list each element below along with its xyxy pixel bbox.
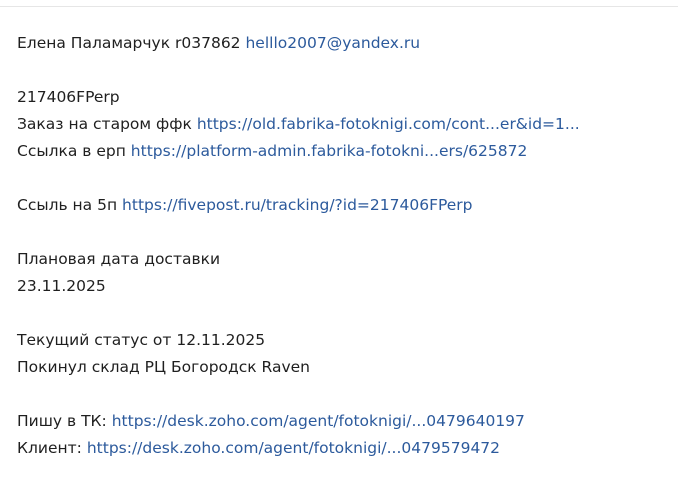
tk-ticket-link[interactable]: https://desk.zoho.com/agent/fotoknigi/..… — [112, 412, 525, 430]
fivepost-tracking-link[interactable]: https://fivepost.ru/tracking/?id=217406F… — [122, 196, 472, 214]
order-id-line: 217406FPerp — [17, 84, 667, 111]
erp-label: Ссылка в ерп — [17, 142, 126, 160]
erp-link[interactable]: https://platform-admin.fabrika-fotokni..… — [131, 142, 528, 160]
client-line: Клиент: https://desk.zoho.com/agent/foto… — [17, 435, 667, 462]
contact-email-link[interactable]: helllo2007@yandex.ru — [245, 34, 420, 52]
contact-name: Елена Паламарчук r037862 — [17, 34, 241, 52]
planned-date-label: Плановая дата доставки — [17, 250, 221, 268]
fivepost-label: Ссыль на 5п — [17, 196, 118, 214]
old-order-line: Заказ на старом ффк https://old.fabrika-… — [17, 111, 667, 138]
status-value-line: Покинул склад РЦ Богородск Raven — [17, 354, 667, 381]
client-ticket-link[interactable]: https://desk.zoho.com/agent/fotoknigi/..… — [87, 439, 500, 457]
planned-date-value: 23.11.2025 — [17, 277, 106, 295]
tk-label: Пишу в ТК: — [17, 412, 107, 430]
planned-date-label-line: Плановая дата доставки — [17, 246, 667, 273]
old-order-link[interactable]: https://old.fabrika-fotoknigi.com/cont..… — [197, 115, 580, 133]
client-label: Клиент: — [17, 439, 82, 457]
old-order-label: Заказ на старом ффк — [17, 115, 192, 133]
status-value: Покинул склад РЦ Богородск Raven — [17, 358, 311, 376]
status-label-line: Текущий статус от 12.11.2025 — [17, 327, 667, 354]
fivepost-line: Ссыль на 5п https://fivepost.ru/tracking… — [17, 192, 667, 219]
order-id: 217406FPerp — [17, 88, 120, 106]
message-body: Елена Паламарчук r037862 helllo2007@yand… — [17, 30, 667, 462]
top-divider — [0, 0, 678, 7]
planned-date-value-line: 23.11.2025 — [17, 273, 667, 300]
status-label: Текущий статус от 12.11.2025 — [17, 331, 266, 349]
contact-line: Елена Паламарчук r037862 helllo2007@yand… — [17, 30, 667, 57]
erp-line: Ссылка в ерп https://platform-admin.fabr… — [17, 138, 667, 165]
tk-line: Пишу в ТК: https://desk.zoho.com/agent/f… — [17, 408, 667, 435]
